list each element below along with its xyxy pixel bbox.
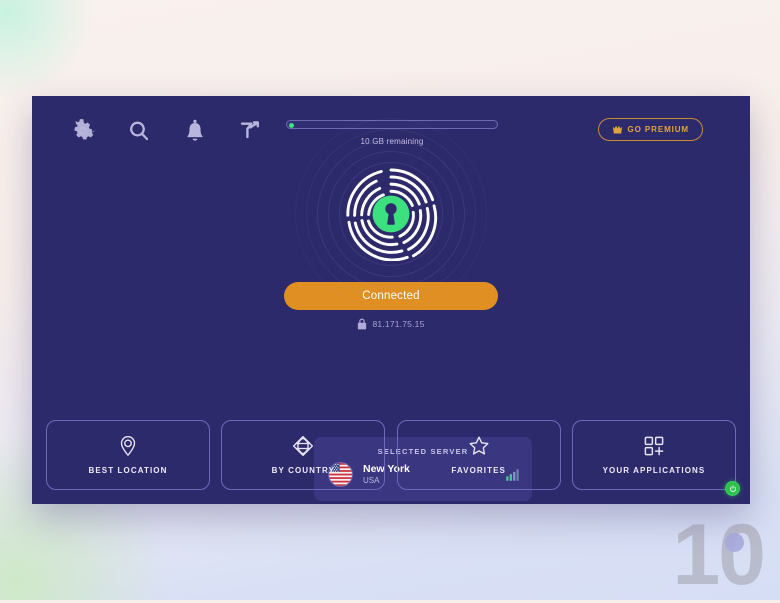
- ip-address: 81.171.75.15: [372, 319, 425, 329]
- nav-label: BY COUNTRY: [271, 466, 336, 475]
- crown-icon: [612, 125, 623, 134]
- map-pin-icon: [117, 435, 139, 457]
- power-icon[interactable]: [725, 481, 740, 496]
- gear-icon[interactable]: [70, 118, 96, 144]
- vpn-app-window: 10 GB remaining GO PREMIUM Connected 81.…: [32, 96, 750, 504]
- fingerprint-lock-icon[interactable]: [344, 167, 438, 261]
- filter-icon[interactable]: [237, 118, 263, 144]
- ripple-rings: [295, 118, 487, 310]
- ip-address-row: 81.171.75.15: [32, 318, 750, 330]
- lock-icon: [357, 318, 367, 330]
- watermark-number: 10: [672, 507, 766, 603]
- nav-tile-favorites[interactable]: FAVORITES: [396, 420, 561, 490]
- globe-diamond-icon: [292, 435, 314, 457]
- meter-thumb[interactable]: [289, 122, 294, 128]
- watermark-dot: [725, 533, 744, 552]
- connection-hero: Connected 81.171.75.15: [32, 118, 750, 330]
- nav-tile-best-location[interactable]: BEST LOCATION: [46, 420, 210, 490]
- nav-label: YOUR APPLICATIONS: [602, 466, 706, 475]
- nav-tile-by-country[interactable]: BY COUNTRY: [221, 420, 386, 490]
- nav-tile-your-applications[interactable]: YOUR APPLICATIONS: [571, 420, 736, 490]
- apps-grid-plus-icon: [643, 435, 665, 457]
- star-icon: [468, 435, 490, 457]
- bottom-nav: BEST LOCATION BY COUNTRY FAVORITES YOUR …: [32, 420, 750, 490]
- nav-label: BEST LOCATION: [88, 466, 168, 475]
- go-premium-label: GO PREMIUM: [627, 125, 689, 134]
- nav-label: FAVORITES: [451, 466, 506, 475]
- search-icon[interactable]: [126, 118, 152, 144]
- bell-icon[interactable]: [182, 118, 208, 144]
- go-premium-button[interactable]: GO PREMIUM: [597, 118, 703, 141]
